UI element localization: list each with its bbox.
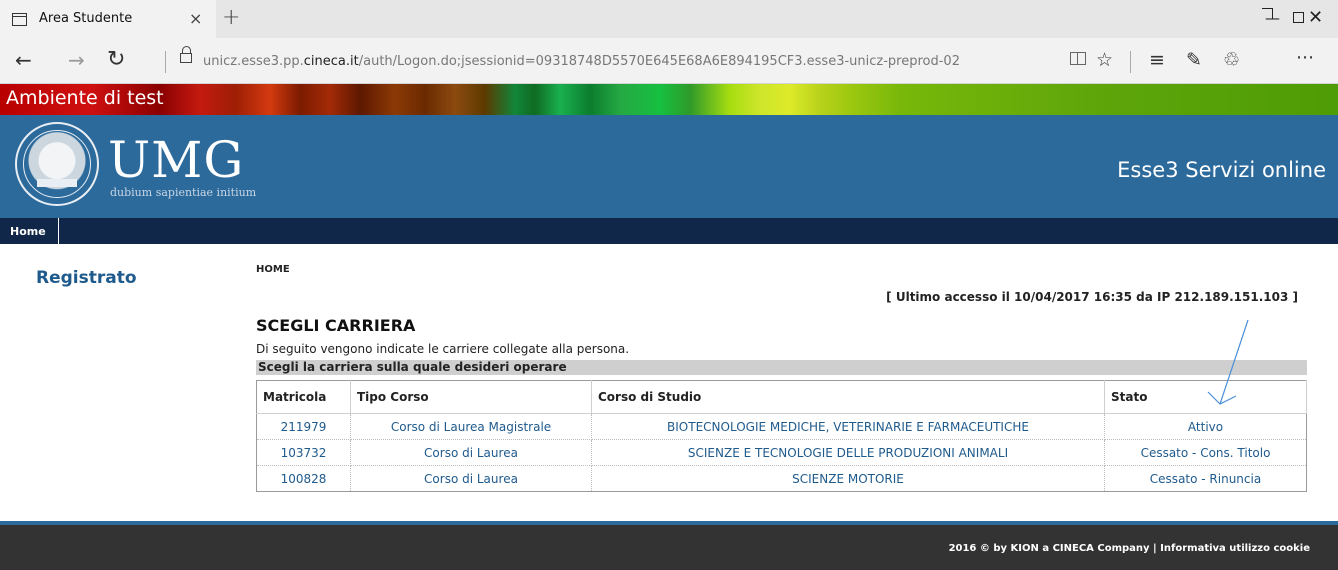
restore-icon-back	[1262, 8, 1273, 19]
column-header-corso-di-studio: Corso di Studio	[591, 380, 1105, 414]
column-header-matricola: Matricola	[256, 380, 351, 414]
matricola-link[interactable]: 100828	[281, 472, 327, 486]
url-path: /auth/Logon.do;jsessionid=09318748D5570E…	[358, 54, 960, 69]
test-environment-banner: Ambiente di test	[0, 84, 1338, 115]
corso-di-studio-link[interactable]: BIOTECNOLOGIE MEDICHE, VETERINARIE E FAR…	[667, 420, 1029, 434]
test-banner-label: Ambiente di test	[6, 87, 164, 109]
hub-icon[interactable]: ≡	[1149, 49, 1165, 71]
cell-matricola: 100828	[256, 465, 351, 492]
breadcrumb: HOME	[256, 264, 290, 275]
page-description: Di seguito vengono indicate le carriere …	[256, 342, 630, 356]
separator	[165, 51, 166, 73]
tab-title: Area Studente	[39, 11, 133, 26]
more-icon[interactable]: ⋯	[1296, 47, 1314, 68]
forward-icon[interactable]: →	[68, 48, 85, 72]
cell-corso-di-studio: BIOTECNOLOGIE MEDICHE, VETERINARIE E FAR…	[591, 413, 1105, 440]
browser-address-bar: ← → ↻ unicz.esse3.pp.cineca.it/auth/Logo…	[0, 38, 1338, 84]
url-prefix: unicz.esse3.pp.	[203, 54, 304, 69]
new-tab-icon[interactable]: +	[222, 5, 240, 30]
cell-stato: Attivo	[1104, 413, 1307, 440]
tipo-corso-link[interactable]: Corso di Laurea	[424, 446, 518, 460]
logo-motto: dubium sapientiae initium	[110, 186, 257, 199]
cell-stato: Cessato - Cons. Titolo	[1104, 439, 1307, 466]
nav-home-link[interactable]: Home	[0, 218, 59, 244]
cell-tipo-corso: Corso di Laurea Magistrale	[350, 413, 592, 440]
stato-link[interactable]: Attivo	[1188, 420, 1223, 434]
table-row: 103732 Corso di Laurea SCIENZE E TECNOLO…	[256, 439, 1307, 466]
tipo-corso-link[interactable]: Corso di Laurea	[424, 472, 518, 486]
table-header-row: Matricola Tipo Corso Corso di Studio Sta…	[256, 380, 1307, 414]
matricola-link[interactable]: 211979	[281, 420, 327, 434]
footer-text[interactable]: 2016 © by KION a CINECA Company | Inform…	[949, 543, 1310, 554]
reading-view-icon[interactable]	[1070, 52, 1086, 65]
page-footer: 2016 © by KION a CINECA Company | Inform…	[0, 525, 1338, 570]
stato-link[interactable]: Cessato - Cons. Titolo	[1141, 446, 1271, 460]
cell-matricola: 211979	[256, 413, 351, 440]
cell-corso-di-studio: SCIENZE E TECNOLOGIE DELLE PRODUZIONI AN…	[591, 439, 1105, 466]
separator	[1130, 51, 1131, 73]
cell-stato: Cessato - Rinuncia	[1104, 465, 1307, 492]
cell-matricola: 103732	[256, 439, 351, 466]
corso-di-studio-link[interactable]: SCIENZE E TECNOLOGIE DELLE PRODUZIONI AN…	[688, 446, 1008, 460]
share-icon[interactable]: ♲	[1223, 49, 1240, 71]
tab-close-icon[interactable]: ×	[189, 9, 202, 28]
web-note-icon[interactable]: ✎	[1186, 49, 1202, 71]
lock-icon[interactable]	[180, 46, 192, 63]
sidebar-title: Registrato	[36, 268, 137, 288]
url-domain: cineca.it	[303, 54, 359, 69]
seal-band	[37, 179, 77, 187]
cell-tipo-corso: Corso di Laurea	[350, 465, 592, 492]
career-table: Matricola Tipo Corso Corso di Studio Sta…	[256, 380, 1307, 492]
main-nav: Home	[0, 218, 1338, 244]
back-icon[interactable]: ←	[15, 48, 32, 72]
table-row: 100828 Corso di Laurea SCIENZE MOTORIE C…	[256, 465, 1307, 492]
site-header: UMG dubium sapientiae initium Esse3 Serv…	[0, 115, 1338, 218]
page-title: SCEGLI CARRIERA	[256, 316, 416, 335]
restore-icon[interactable]	[1293, 12, 1304, 23]
corso-di-studio-link[interactable]: SCIENZE MOTORIE	[792, 472, 904, 486]
seal-emblem-icon	[23, 130, 91, 198]
table-row: 211979 Corso di Laurea Magistrale BIOTEC…	[256, 413, 1307, 440]
url-field[interactable]: unicz.esse3.pp.cineca.it/auth/Logon.do;j…	[203, 54, 960, 69]
favorite-star-icon[interactable]: ☆	[1096, 49, 1113, 71]
service-title: Esse3 Servizi online	[1117, 158, 1326, 182]
column-header-tipo-corso: Tipo Corso	[350, 380, 592, 414]
tipo-corso-link[interactable]: Corso di Laurea Magistrale	[391, 420, 551, 434]
browser-tab-bar: Area Studente × + — ✕	[0, 0, 1338, 38]
cell-tipo-corso: Corso di Laurea	[350, 439, 592, 466]
refresh-icon[interactable]: ↻	[107, 47, 125, 72]
matricola-link[interactable]: 103732	[281, 446, 327, 460]
stato-link[interactable]: Cessato - Rinuncia	[1150, 472, 1261, 486]
close-window-icon[interactable]: ✕	[1308, 7, 1323, 28]
table-caption: Scegli la carriera sulla quale desideri …	[256, 360, 1307, 375]
browser-tab[interactable]: Area Studente ×	[0, 0, 216, 38]
annotation-arrow-icon	[1207, 319, 1249, 405]
page-icon	[12, 13, 27, 26]
cell-corso-di-studio: SCIENZE MOTORIE	[591, 465, 1105, 492]
last-access-info: [ Ultimo accesso il 10/04/2017 16:35 da …	[886, 290, 1298, 304]
university-seal-logo[interactable]	[15, 122, 99, 206]
logo-text[interactable]: UMG	[108, 131, 244, 189]
arrow-shaft	[1219, 319, 1249, 405]
